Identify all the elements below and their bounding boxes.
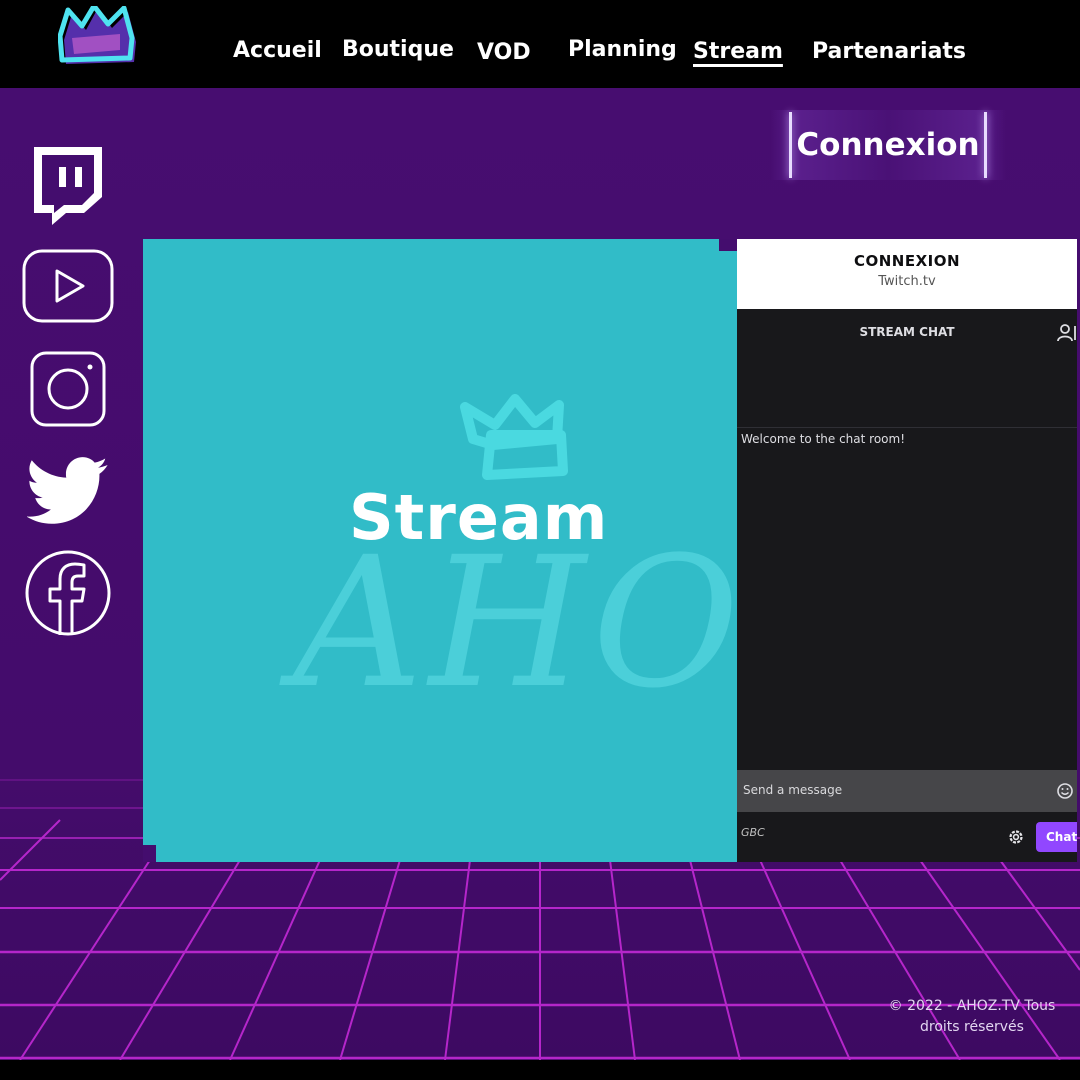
bottom-bar xyxy=(0,1060,1080,1080)
twitch-icon xyxy=(34,147,102,225)
chat-connect-title: CONNEXION xyxy=(853,252,961,270)
twitter-icon xyxy=(27,457,108,524)
copyright: © 2022 - AHOZ.TV Tous droits réservés xyxy=(882,996,1062,1038)
stream-player[interactable]: AHOZ Stream xyxy=(143,239,737,862)
crown-icon[interactable] xyxy=(58,6,142,66)
youtube-icon xyxy=(22,249,114,323)
panel-notch xyxy=(143,845,156,862)
connexion-button[interactable]: Connexion xyxy=(770,110,1006,180)
twitter-link[interactable] xyxy=(20,446,116,536)
facebook-icon xyxy=(25,550,111,636)
copyright-line-1: © 2022 - AHOZ.TV Tous xyxy=(888,998,1056,1014)
stream-title: Stream xyxy=(349,481,609,554)
chat-send-button[interactable]: Chat xyxy=(1036,822,1077,852)
chat-divider xyxy=(737,427,1077,428)
chat-message-input[interactable]: Send a message xyxy=(737,770,1077,812)
nav-accueil[interactable]: Accueil xyxy=(233,38,322,63)
nav-partenariats[interactable]: Partenariats xyxy=(812,39,966,64)
chat-connect-subtitle: Twitch.tv xyxy=(878,274,936,289)
chat-input-placeholder: Send a message xyxy=(743,783,843,797)
gear-icon[interactable] xyxy=(1007,828,1025,846)
emoji-icon[interactable] xyxy=(1056,782,1074,800)
twitch-link[interactable] xyxy=(20,140,116,230)
nav-stream[interactable]: Stream xyxy=(693,39,783,64)
broken-badge-image: GBC xyxy=(741,826,765,839)
panel-notch xyxy=(719,239,737,251)
instagram-link[interactable] xyxy=(20,344,116,434)
youtube-link[interactable] xyxy=(20,241,116,331)
nav-vod[interactable]: VOD xyxy=(477,40,531,65)
stream-chat-panel: CONNEXION Twitch.tv STREAM CHAT Welcome … xyxy=(737,239,1077,862)
chat-connect-header[interactable]: CONNEXION Twitch.tv xyxy=(737,239,1077,309)
instagram-icon xyxy=(30,351,106,427)
users-icon[interactable] xyxy=(1057,323,1077,343)
facebook-link[interactable] xyxy=(20,548,116,638)
nav-boutique[interactable]: Boutique xyxy=(342,37,454,62)
nav-planning[interactable]: Planning xyxy=(568,37,677,62)
copyright-line-2: droits réservés xyxy=(920,1019,1024,1035)
chat-title: STREAM CHAT xyxy=(859,325,955,339)
chat-footer: GBC Chat xyxy=(737,812,1077,862)
chat-welcome-message: Welcome to the chat room! xyxy=(741,432,906,446)
